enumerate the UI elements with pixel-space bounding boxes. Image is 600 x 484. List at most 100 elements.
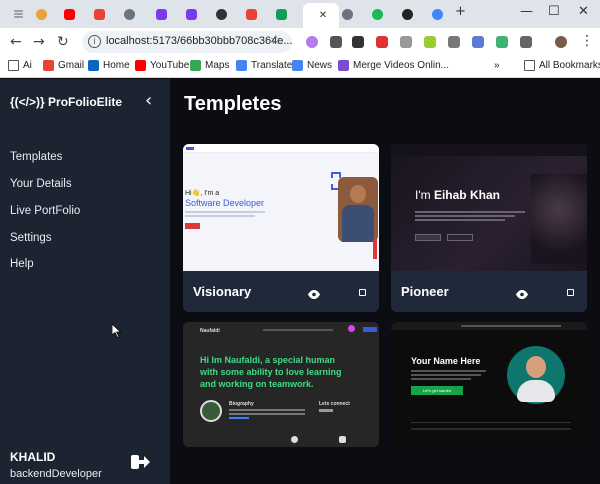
template-card-pioneer[interactable]: I'm Eihab Khan Pioneer xyxy=(391,144,587,312)
tab-google-icon[interactable] xyxy=(426,5,448,23)
bookmark-item[interactable]: News xyxy=(292,60,332,71)
more-menu-icon[interactable]: ⋮ xyxy=(580,33,594,49)
bookmarks-bar: Ai Gmail Home YouTube Maps Translate New… xyxy=(0,56,600,78)
maximize-icon[interactable]: ☐ xyxy=(548,4,560,19)
preview-nav-links xyxy=(461,325,561,327)
minimize-icon[interactable]: — xyxy=(520,4,533,19)
preview-name: Eihab Khan xyxy=(433,188,500,202)
maps-icon xyxy=(190,60,201,71)
extension3-icon[interactable] xyxy=(424,36,436,48)
bookmark-item[interactable]: Ai xyxy=(8,60,32,71)
browser-menu-icon[interactable] xyxy=(7,5,29,23)
new-tab-icon[interactable]: + xyxy=(455,4,466,19)
bookmark-item[interactable]: YouTube xyxy=(135,60,189,71)
nav-your-details[interactable]: Your Details xyxy=(10,178,72,190)
youtube-icon xyxy=(135,60,146,71)
tab-github2-icon[interactable] xyxy=(396,5,418,23)
all-bookmarks-label: All Bookmarks xyxy=(539,60,600,71)
bookmark-label: Home xyxy=(103,60,130,71)
preview-nav-button xyxy=(363,327,377,332)
preview-eye-icon[interactable] xyxy=(308,286,320,304)
tab-spotify-icon[interactable] xyxy=(366,5,388,23)
select-checkbox-icon[interactable] xyxy=(359,289,366,296)
tab-hashnode2-icon[interactable] xyxy=(180,5,202,23)
tab-active[interactable]: ✕ xyxy=(303,3,339,28)
template-preview: I'm Eihab Khan xyxy=(391,144,587,271)
profile-avatar-icon[interactable] xyxy=(555,36,567,48)
preview-portrait xyxy=(338,177,378,242)
translate-icon xyxy=(236,60,247,71)
bookmark-item[interactable]: Home xyxy=(88,60,130,71)
close-tab-icon[interactable]: ✕ xyxy=(319,10,327,21)
folder-icon xyxy=(524,60,535,71)
template-card-naufaldi[interactable]: Naufaldi Hi Im Naufaldi, a special human… xyxy=(183,322,379,447)
folder-icon xyxy=(8,60,19,71)
address-bar[interactable]: i localhost:5173/66bb30bbb708c364e... xyxy=(82,31,293,53)
template-preview: Naufaldi Hi Im Naufaldi, a special human… xyxy=(183,322,379,447)
preview-text-line xyxy=(229,413,305,415)
eyedropper-icon[interactable] xyxy=(330,36,342,48)
nav-help[interactable]: Help xyxy=(10,258,34,270)
preview-text-line xyxy=(229,409,305,411)
nav-live-portfolio[interactable]: Live PortFolio xyxy=(10,205,80,217)
reload-icon[interactable]: ↻ xyxy=(57,34,69,50)
tab-gmail-icon[interactable] xyxy=(88,5,110,23)
window-close-icon[interactable]: ✕ xyxy=(578,4,589,19)
tab-youtube-icon[interactable] xyxy=(58,5,80,23)
preview-headline: I'm Eihab Khan xyxy=(415,188,500,202)
preview-bio-avatar xyxy=(200,400,222,422)
font-extension-icon[interactable] xyxy=(352,36,364,48)
page-title: Templetes xyxy=(184,93,282,115)
bookmark-star-icon[interactable]: ☆ xyxy=(270,32,282,48)
site-info-icon[interactable]: i xyxy=(88,35,101,48)
template-card-your-name[interactable]: Your Name Here Let's get started xyxy=(391,322,587,447)
preview-greeting-word: Hi xyxy=(185,190,192,197)
select-checkbox-icon[interactable] xyxy=(567,289,574,296)
tab-globe-icon[interactable] xyxy=(336,5,358,23)
nav-templates[interactable]: Templates xyxy=(10,151,62,163)
preview-eye-icon[interactable] xyxy=(516,286,528,304)
tab-github-icon[interactable] xyxy=(210,5,232,23)
extension2-icon[interactable] xyxy=(376,36,388,48)
gmail-icon xyxy=(43,60,54,71)
bookmark-item[interactable]: Translate xyxy=(236,60,292,71)
mic-icon[interactable] xyxy=(400,36,412,48)
bookmark-item[interactable]: Maps xyxy=(190,60,229,71)
preview-headline-3: and working on teamwork. xyxy=(200,379,314,389)
tab-sheets-icon[interactable] xyxy=(270,5,292,23)
preview-link xyxy=(229,417,249,419)
preview-text-line xyxy=(185,211,265,213)
bookmark-label: Gmail xyxy=(58,60,85,71)
preview-button xyxy=(415,234,441,241)
more-bookmarks[interactable]: » xyxy=(494,60,500,71)
template-preview: Hi👋, I'm a Software Developer xyxy=(183,144,379,271)
preview-social-icons xyxy=(319,409,333,412)
preview-dot xyxy=(339,436,346,443)
bookmark-item[interactable]: Gmail xyxy=(43,60,84,71)
user-role: backendDeveloper xyxy=(10,468,102,480)
template-card-visionary[interactable]: Hi👋, I'm a Software Developer Visionary xyxy=(183,144,379,312)
forward-icon[interactable]: → xyxy=(33,34,45,50)
puzzle-icon[interactable] xyxy=(520,36,532,48)
tab-chrome-icon[interactable] xyxy=(30,5,52,23)
mouse-cursor-icon xyxy=(111,323,122,343)
template-name: Visionary xyxy=(193,284,252,299)
tab-gmail2-icon[interactable] xyxy=(240,5,262,23)
preview-cta-button: Let's get started xyxy=(411,386,463,395)
tab-hashnode-icon[interactable] xyxy=(150,5,172,23)
preview-avatar xyxy=(348,325,355,332)
tab-chrome2-icon[interactable] xyxy=(118,5,140,23)
bookmark-item[interactable]: Merge Videos Onlin... xyxy=(338,60,449,71)
back-icon[interactable]: ← xyxy=(10,34,22,50)
extension5-icon[interactable] xyxy=(472,36,484,48)
extension4-icon[interactable] xyxy=(448,36,460,48)
main-content: Templetes Hi👋, I'm a Software Developer … xyxy=(170,79,600,484)
logout-icon[interactable] xyxy=(130,453,150,476)
brand-logo[interactable]: {(</>)} ProFolioElite xyxy=(10,95,122,109)
bookmark-label: Ai xyxy=(23,60,32,71)
nav-settings[interactable]: Settings xyxy=(10,232,52,244)
collapse-sidebar-icon[interactable]: ‹ xyxy=(145,90,152,111)
all-bookmarks[interactable]: All Bookmarks xyxy=(524,60,600,71)
extension-icon[interactable] xyxy=(306,36,318,48)
shield-icon[interactable] xyxy=(496,36,508,48)
